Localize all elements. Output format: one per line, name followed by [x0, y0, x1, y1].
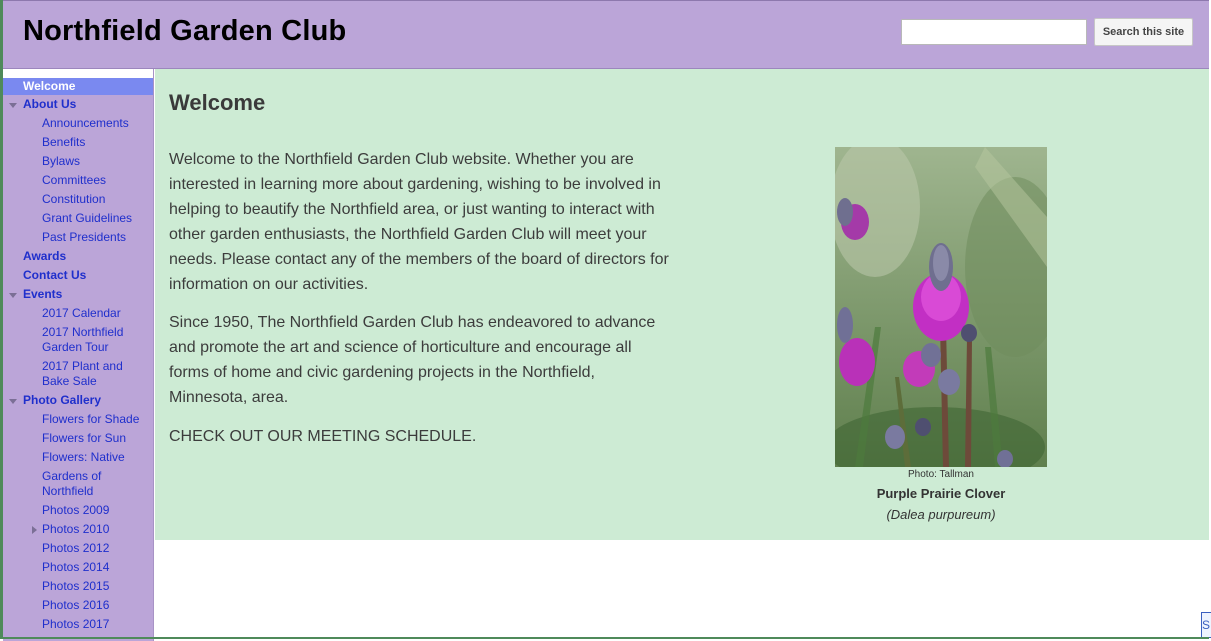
sidebar-item-label: Photos 2014 — [42, 560, 110, 574]
flower-photo[interactable] — [835, 147, 1047, 467]
sidebar-item[interactable]: Gardens of Northfield — [3, 467, 153, 501]
sidebar-item[interactable]: Contact Us — [3, 266, 153, 285]
sidebar-item[interactable]: Benefits — [3, 133, 153, 152]
expand-arrow-icon[interactable] — [9, 103, 17, 108]
sidebar-item-label: 2017 Plant and Bake Sale — [42, 359, 123, 388]
sidebar-item-label: Flowers for Shade — [42, 412, 140, 426]
sidebar-item[interactable]: Flowers for Shade — [3, 410, 153, 429]
sidebar-item[interactable]: Flowers: Native — [3, 448, 153, 467]
sidebar-item-label: Gardens of Northfield — [42, 469, 102, 498]
sidebar-item[interactable]: Bylaws — [3, 152, 153, 171]
expand-arrow-icon[interactable] — [9, 293, 17, 298]
sidebar-item-label: Awards — [23, 249, 67, 263]
sidebar-item-label: Photo Gallery — [23, 393, 102, 407]
sidebar-item[interactable]: Photos 2012 — [3, 539, 153, 558]
sidebar-item-label: Benefits — [42, 135, 86, 149]
sidebar-item-label: Past Presidents — [42, 230, 127, 244]
main-content: Welcome Welcome to the Northfield Garden… — [155, 69, 1209, 540]
sidebar-item-label: Photos 2010 — [42, 522, 110, 536]
expand-arrow-icon[interactable] — [9, 399, 17, 404]
sidebar-item-label: Grant Guidelines — [42, 211, 133, 225]
site-title[interactable]: Northfield Garden Club — [23, 15, 346, 48]
sidebar-item[interactable]: Flowers for Sun — [3, 429, 153, 448]
sidebar-item[interactable]: Photos 2014 — [3, 558, 153, 577]
sidebar-item-label: 2017 Calendar — [42, 306, 121, 320]
sidebar-item-label: Photos 2009 — [42, 503, 110, 517]
sidebar-item[interactable]: Photos 2009 — [3, 501, 153, 520]
sidebar-item-label: Welcome — [23, 79, 76, 93]
collapse-arrow-icon[interactable] — [32, 526, 37, 534]
sidebar-nav: Welcome About Us Announcements Benefits Byla… — [3, 69, 154, 641]
sidebar-item-label: Announcements — [42, 116, 129, 130]
sidebar-item[interactable]: Awards — [3, 247, 153, 266]
sidebar-item-label: Flowers for Sun — [42, 431, 127, 445]
sidebar-item[interactable]: Constitution — [3, 190, 153, 209]
photo-caption-name: Purple Prairie Clover — [876, 486, 1006, 501]
sidebar-item[interactable]: Announcements — [3, 114, 153, 133]
sidebar-item-label: Events — [23, 287, 63, 301]
sidebar-top-strip — [3, 69, 153, 78]
sidebar-item[interactable]: Committees — [3, 171, 153, 190]
search-input[interactable] — [901, 19, 1087, 45]
sidebar-item-label: Flowers: Native — [42, 450, 125, 464]
meeting-schedule-link[interactable]: CHECK OUT OUR MEETING SCHEDULE. — [169, 424, 476, 449]
photo-caption-latin: (Dalea purpureum) — [886, 507, 996, 522]
sidebar-item[interactable]: Photos 2015 — [3, 577, 153, 596]
sidebar-item[interactable]: Photos 2016 — [3, 596, 153, 615]
sidebar-item-label: Committees — [42, 173, 107, 187]
sidebar-item[interactable]: Welcome — [3, 78, 153, 95]
sidebar-item-label: 2017 Northfield Garden Tour — [42, 325, 124, 354]
sidebar-item[interactable]: 2017 Plant and Bake Sale — [3, 357, 153, 391]
sidebar-item[interactable]: Photo Gallery — [3, 391, 153, 410]
sidebar-item[interactable]: 2017 Northfield Garden Tour — [3, 323, 153, 357]
sidebar-item-label: Photos 2016 — [42, 598, 110, 612]
sidebar-item-label: Photos 2017 — [42, 617, 110, 631]
sidebar-item[interactable]: Photos 2010 — [3, 520, 153, 539]
page-title: Welcome — [169, 90, 266, 115]
sidebar-item[interactable]: Events — [3, 285, 153, 304]
history-paragraph: Since 1950, The Northfield Garden Club h… — [169, 314, 656, 406]
photo-credit: Photo: Tallman — [908, 469, 974, 480]
sidebar-item[interactable]: Past Presidents — [3, 228, 153, 247]
sidebar-item[interactable]: Grant Guidelines — [3, 209, 153, 228]
sidebar-item[interactable]: About Us — [3, 95, 153, 114]
sidebar-item-label: Contact Us — [23, 268, 87, 282]
sidebar-item[interactable]: Photos 2017 — [3, 615, 153, 634]
corner-widget-icon[interactable]: S — [1201, 612, 1211, 638]
sidebar-item[interactable]: 2017 Calendar — [3, 304, 153, 323]
sidebar-item-label: Photos 2015 — [42, 579, 110, 593]
intro-paragraph: Welcome to the Northfield Garden Club we… — [169, 151, 669, 293]
flower-photo-image — [835, 147, 1047, 467]
sidebar-item-label: Bylaws — [42, 154, 81, 168]
search-button[interactable]: Search this site — [1094, 18, 1193, 46]
sidebar-item-label: About Us — [23, 97, 77, 111]
site-header: Northfield Garden Club Search this site — [3, 0, 1209, 69]
nav-list: Welcome About Us Announcements Benefits Byla… — [3, 78, 153, 634]
sidebar-item-label: Constitution — [42, 192, 106, 206]
sidebar-item-label: Photos 2012 — [42, 541, 110, 555]
